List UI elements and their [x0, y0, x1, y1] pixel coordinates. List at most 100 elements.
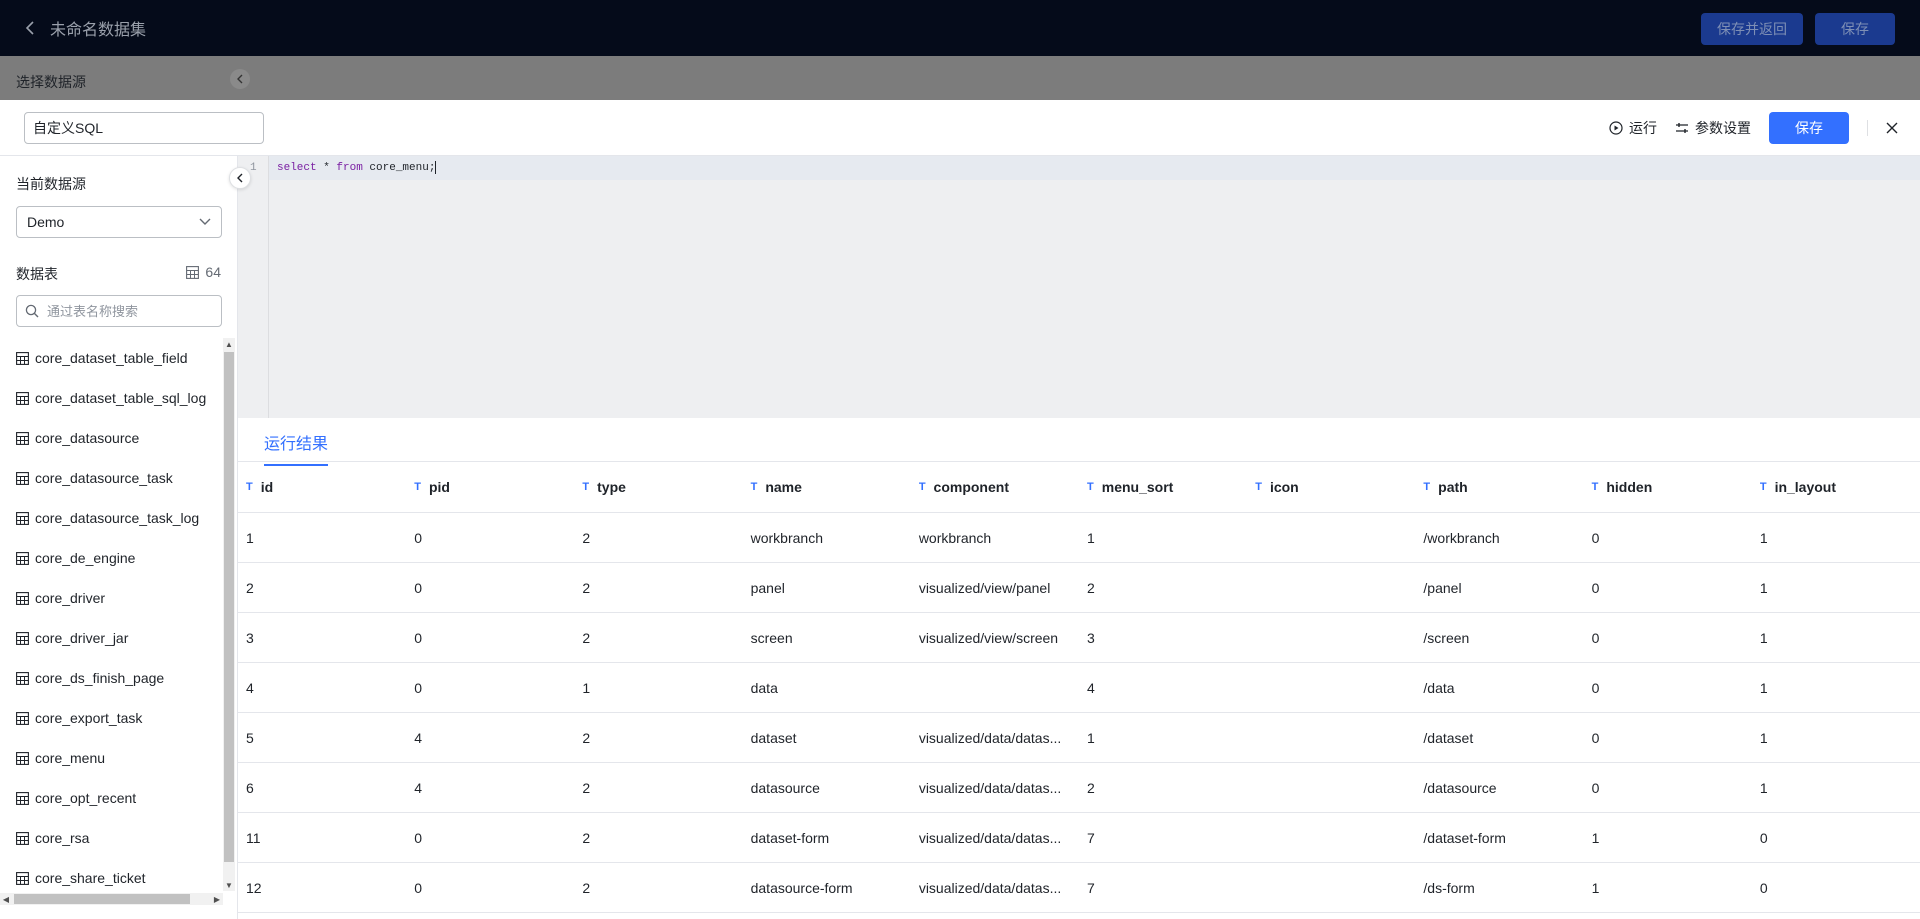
table-cell: 0 [414, 529, 422, 546]
table-list: core_dataset_table_field core_dataset_tab… [0, 338, 222, 891]
column-header[interactable]: Tpid [406, 479, 574, 495]
current-source-label: 当前数据源 [16, 176, 86, 192]
table-cell: 1 [1759, 579, 1768, 596]
results-table: Tid Tpid Ttype Tname Tcomponent Tmenu_sort Tic… [238, 462, 1920, 913]
column-header[interactable]: Tpath [1415, 479, 1583, 495]
column-header[interactable]: Thidden [1584, 479, 1752, 495]
run-button[interactable]: 运行 [1609, 118, 1657, 138]
datasource-select-value: Demo [27, 214, 65, 230]
table-cell: 1 [1759, 629, 1768, 646]
table-list-item[interactable]: core_share_ticket [0, 858, 222, 891]
divider [1867, 120, 1868, 136]
table-cell: visualized/data/datas... [918, 879, 1062, 896]
overlay-mask: 选择数据源 [0, 56, 1920, 100]
table-list-item[interactable]: core_dataset_table_field [0, 338, 222, 378]
table-row: 2 0 2 panel visualized/view/panel 2/panel 0 1 [238, 563, 1920, 613]
table-name: core_datasource_task [35, 470, 173, 486]
play-circle-icon [1609, 121, 1623, 135]
scroll-down-arrow-icon[interactable]: ▼ [223, 879, 235, 891]
code-line[interactable]: select * from core_menu; [269, 156, 1920, 180]
table-name: core_menu [35, 750, 106, 766]
code-text: * [316, 162, 337, 174]
drawer-save-button[interactable]: 保存 [1769, 112, 1849, 144]
table-name: core_dataset_table_field [35, 350, 188, 366]
table-cell: workbranch [918, 529, 992, 546]
scrollbar-thumb[interactable] [224, 352, 234, 862]
column-header-label: icon [1269, 479, 1299, 495]
table-row: 6 4 2 datasource visualized/data/datas... 2/d… [238, 763, 1920, 813]
column-header[interactable]: Tmenu_sort [1079, 479, 1247, 495]
table-list-item[interactable]: core_export_task [0, 698, 222, 738]
table-list-item[interactable]: core_datasource_task_log [0, 498, 222, 538]
params-settings-button[interactable]: 参数设置 [1675, 118, 1751, 138]
column-header[interactable]: Ticon [1247, 479, 1415, 495]
close-icon[interactable] [1882, 118, 1902, 138]
column-header[interactable]: Tid [238, 479, 406, 495]
table-cell: 1 [1591, 829, 1600, 846]
table-list-item[interactable]: core_rsa [0, 818, 222, 858]
sql-name-input[interactable] [24, 112, 264, 144]
table-cell: 2 [246, 579, 254, 596]
page-title: 未命名数据集 [50, 22, 147, 39]
table-cell: 1 [1759, 779, 1768, 796]
chevron-down-icon [199, 218, 211, 225]
back-arrow-icon[interactable] [20, 18, 40, 38]
table-name: core_de_engine [35, 550, 136, 566]
table-icon [16, 511, 29, 525]
table-list-item[interactable]: core_driver_jar [0, 618, 222, 658]
horizontal-scrollbar[interactable]: ◀ ▶ [0, 893, 223, 905]
table-count-value: 64 [205, 264, 221, 280]
table-cell: 11 [246, 829, 261, 846]
table-cell: 1 [1759, 729, 1768, 746]
top-actions: 保存并返回 保存 [1701, 13, 1895, 45]
table-cell: 2 [1087, 779, 1095, 796]
column-header[interactable]: Tin_layout [1752, 479, 1920, 495]
table-icon [16, 551, 29, 565]
table-cell: 4 [246, 679, 254, 696]
vertical-scrollbar[interactable]: ▲ ▼ [223, 338, 235, 891]
scroll-left-arrow-icon[interactable]: ◀ [0, 893, 12, 905]
column-header[interactable]: Ttype [574, 479, 742, 495]
datasource-select[interactable]: Demo [16, 206, 222, 238]
table-name: core_rsa [35, 830, 90, 846]
scroll-up-arrow-icon[interactable]: ▲ [223, 338, 235, 350]
table-cell: 0 [414, 629, 422, 646]
table-cell: /screen [1423, 629, 1470, 646]
column-header-label: component [933, 479, 1009, 495]
table-list-item[interactable]: core_ds_finish_page [0, 658, 222, 698]
table-list-item[interactable]: core_menu [0, 738, 222, 778]
sql-editor[interactable]: 1 select * from core_menu; [238, 156, 1920, 583]
table-name: core_ds_finish_page [35, 670, 165, 686]
column-header[interactable]: Tcomponent [911, 479, 1079, 495]
table-list-item[interactable]: core_opt_recent [0, 778, 222, 818]
table-icon [186, 265, 200, 279]
table-cell: visualized/view/screen [918, 629, 1059, 646]
text-type-icon: T [246, 481, 253, 493]
table-cell: 2 [582, 529, 591, 546]
table-row: 3 0 2 screen visualized/view/screen 3/screen 0… [238, 613, 1920, 663]
scroll-right-arrow-icon[interactable]: ▶ [211, 893, 223, 905]
save-and-return-button[interactable]: 保存并返回 [1701, 13, 1803, 45]
table-search-input[interactable] [47, 303, 207, 319]
table-icon [16, 631, 29, 645]
save-button[interactable]: 保存 [1815, 13, 1895, 45]
table-icon [16, 471, 29, 485]
table-cell: 4 [1087, 679, 1095, 696]
table-cell: 0 [414, 679, 422, 696]
table-cell: 1 [582, 679, 591, 696]
column-header-label: menu_sort [1101, 479, 1174, 495]
table-list-item[interactable]: core_datasource [0, 418, 222, 458]
table-icon [16, 831, 29, 845]
collapse-panel-button[interactable] [229, 167, 251, 189]
text-type-icon: T [1591, 481, 1599, 493]
table-list-item[interactable]: core_driver [0, 578, 222, 618]
scrollbar-thumb[interactable] [14, 894, 190, 904]
collapse-chevron-icon[interactable] [230, 69, 250, 89]
column-header-label: hidden [1606, 479, 1653, 495]
column-header[interactable]: Tname [743, 479, 911, 495]
table-cell: 4 [414, 729, 422, 746]
table-list-item[interactable]: core_datasource_task [0, 458, 222, 498]
table-cell: 0 [1591, 579, 1600, 596]
table-list-item[interactable]: core_dataset_table_sql_log [0, 378, 222, 418]
table-list-item[interactable]: core_de_engine [0, 538, 222, 578]
